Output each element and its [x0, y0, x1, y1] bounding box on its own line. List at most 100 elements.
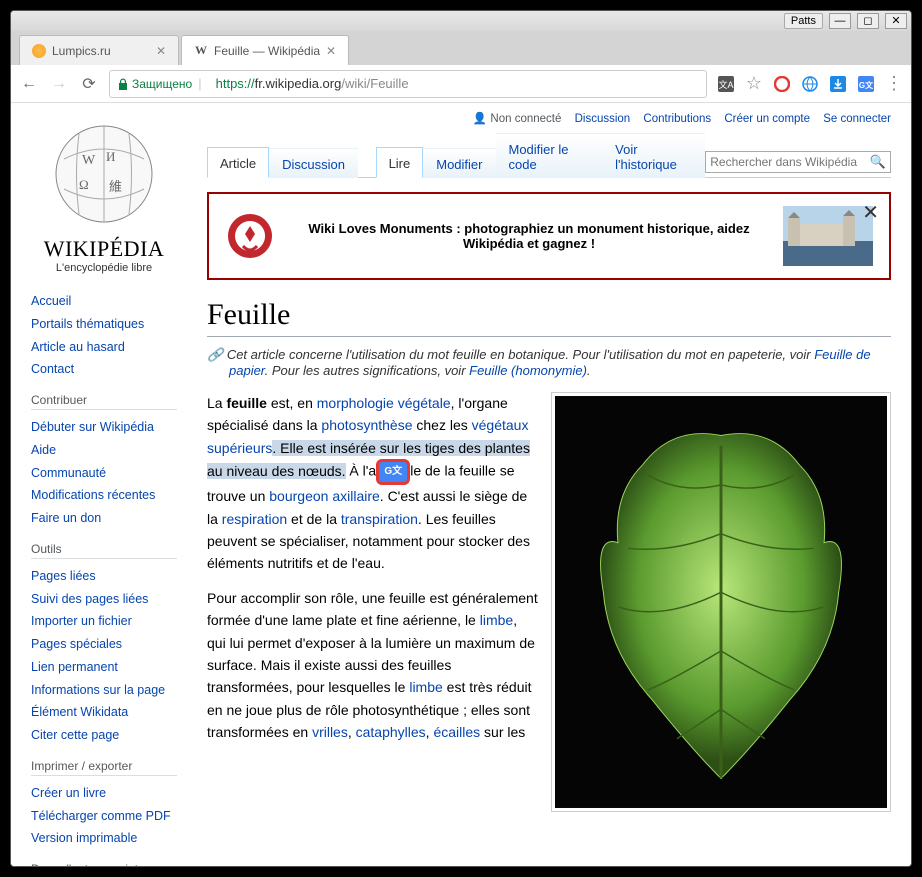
url-text: https://fr.wikipedia.org/wiki/Feuille: [216, 76, 409, 91]
tab-edit[interactable]: Modifier: [423, 148, 495, 178]
search-box[interactable]: 🔍: [705, 151, 891, 173]
search-input[interactable]: [710, 155, 870, 169]
forward-button[interactable]: →: [49, 74, 69, 94]
hatnote: 🔗 Cet article concerne l'utilisation du …: [207, 347, 891, 378]
sidebar-link[interactable]: Lien permanent: [31, 656, 177, 679]
wiki-link[interactable]: respiration: [222, 511, 287, 527]
tab-close-icon[interactable]: ✕: [156, 44, 166, 58]
tab-history[interactable]: Voir l'historique: [602, 133, 705, 178]
globe-icon[interactable]: [801, 75, 819, 93]
sidebar-link[interactable]: Contact: [31, 358, 177, 381]
main-content: 👤 Non connecté Discussion Contributions …: [187, 103, 911, 866]
wikipedia-logo[interactable]: WИΩ維 WIKIPÉDIA L'encyclopédie libre: [31, 119, 177, 274]
disambig-icon: 🔗: [207, 347, 227, 362]
google-translate-icon[interactable]: G文: [857, 75, 875, 93]
svg-text:W: W: [82, 153, 96, 168]
menu-icon[interactable]: ⋮: [885, 75, 903, 93]
back-button[interactable]: ←: [19, 74, 39, 94]
wiki-link[interactable]: bourgeon axillaire: [269, 488, 380, 504]
leaf-image: [555, 396, 887, 808]
tab-discussion[interactable]: Discussion: [269, 148, 358, 178]
sidebar-link[interactable]: Importer un fichier: [31, 610, 177, 633]
wiki-link[interactable]: photosynthèse: [321, 417, 412, 433]
tab-article[interactable]: Article: [207, 147, 269, 178]
address-bar: ← → ⟳ Защищено | https://fr.wikipedia.or…: [11, 65, 911, 103]
banner: ✕ Wiki Loves Monuments : photographiez u…: [207, 192, 891, 280]
sidebar-heading: Outils: [31, 542, 177, 559]
sidebar-link[interactable]: Informations sur la page: [31, 679, 177, 702]
banner-logo-icon: [225, 211, 275, 261]
paragraph: Pour accomplir son rôle, une feuille est…: [207, 587, 539, 744]
svg-text:G文: G文: [859, 80, 874, 90]
wiki-link[interactable]: cataphylles: [356, 724, 426, 740]
sidebar-link[interactable]: Version imprimable: [31, 827, 177, 850]
article-text: La feuille est, en morphologie végétale,…: [207, 392, 539, 812]
top-link-discussion[interactable]: Discussion: [575, 113, 631, 125]
browser-tab-lumpics[interactable]: Lumpics.ru ✕: [19, 35, 179, 65]
wiki-link[interactable]: vrilles: [312, 724, 348, 740]
sidebar-link[interactable]: Article au hasard: [31, 336, 177, 359]
sidebar-link[interactable]: Faire un don: [31, 507, 177, 530]
sidebar-link[interactable]: Pages spéciales: [31, 633, 177, 656]
sidebar-link[interactable]: Communauté: [31, 462, 177, 485]
logo-title: WIKIPÉDIA: [31, 236, 177, 262]
sidebar-link[interactable]: Portails thématiques: [31, 313, 177, 336]
window-titlebar: Patts — ◻ ✕: [11, 11, 911, 31]
secure-label: Защищено: [132, 77, 192, 91]
sidebar-link[interactable]: Pages liées: [31, 565, 177, 588]
translate-popup-icon[interactable]: G文: [376, 459, 410, 485]
top-link-login[interactable]: Se connecter: [823, 113, 891, 125]
close-window-button[interactable]: ✕: [885, 13, 907, 29]
banner-image: [783, 206, 873, 266]
window-user-label[interactable]: Patts: [784, 13, 823, 29]
svg-text:維: 維: [109, 179, 122, 194]
sidebar-heading: Imprimer / exporter: [31, 759, 177, 776]
maximize-button[interactable]: ◻: [857, 13, 879, 29]
top-link-contributions[interactable]: Contributions: [643, 113, 711, 125]
sidebar: WИΩ維 WIKIPÉDIA L'encyclopédie libre Accu…: [11, 103, 187, 866]
lock-icon: [118, 78, 128, 90]
page-title: Feuille: [207, 298, 891, 337]
banner-close-icon[interactable]: ✕: [862, 200, 879, 225]
tab-edit-code[interactable]: Modifier le code: [496, 133, 603, 178]
favicon-icon: W: [194, 43, 208, 58]
tab-title: Feuille — Wikipédia: [214, 44, 320, 58]
svg-text:文A: 文A: [718, 79, 733, 90]
sidebar-heading: Contribuer: [31, 393, 177, 410]
sidebar-link[interactable]: Débuter sur Wikipédia: [31, 416, 177, 439]
wiki-link[interactable]: limbe: [409, 679, 442, 695]
page-tabs: Article Discussion Lire Modifier Modifie…: [207, 133, 891, 178]
reload-button[interactable]: ⟳: [79, 74, 99, 94]
sidebar-link[interactable]: Accueil: [31, 290, 177, 313]
star-icon[interactable]: ☆: [745, 75, 763, 93]
tab-read[interactable]: Lire: [376, 147, 424, 178]
logo-globe-icon: WИΩ維: [44, 119, 164, 229]
wiki-link[interactable]: écailles: [433, 724, 480, 740]
wiki-link[interactable]: limbe: [480, 612, 513, 628]
wiki-link[interactable]: transpiration: [341, 511, 418, 527]
opera-icon[interactable]: [773, 75, 791, 93]
sidebar-link[interactable]: Aide: [31, 439, 177, 462]
user-icon: 👤: [473, 113, 487, 125]
sidebar-link[interactable]: Élément Wikidata: [31, 701, 177, 724]
url-input[interactable]: Защищено | https://fr.wikipedia.org/wiki…: [109, 70, 707, 98]
browser-tab-wikipedia[interactable]: W Feuille — Wikipédia ✕: [181, 35, 349, 65]
hatnote-link[interactable]: Feuille (homonymie): [469, 363, 587, 378]
search-icon[interactable]: 🔍: [870, 154, 886, 170]
sidebar-link[interactable]: Citer cette page: [31, 724, 177, 747]
extension-icons: 文A ☆ G文 ⋮: [717, 75, 903, 93]
download-icon[interactable]: [829, 75, 847, 93]
translate-ext-icon[interactable]: 文A: [717, 75, 735, 93]
sidebar-link[interactable]: Télécharger comme PDF: [31, 805, 177, 828]
sidebar-link[interactable]: Modifications récentes: [31, 484, 177, 507]
tab-close-icon[interactable]: ✕: [326, 44, 336, 58]
secure-indicator: Защищено: [118, 77, 192, 91]
svg-text:И: И: [106, 149, 115, 164]
article-image[interactable]: [551, 392, 891, 812]
top-link-create-account[interactable]: Créer un compte: [724, 113, 810, 125]
minimize-button[interactable]: —: [829, 13, 851, 29]
sidebar-link[interactable]: Créer un livre: [31, 782, 177, 805]
sidebar-link[interactable]: Suivi des pages liées: [31, 588, 177, 611]
personal-tools: 👤 Non connecté Discussion Contributions …: [207, 103, 891, 133]
wiki-link[interactable]: morphologie végétale: [317, 395, 451, 411]
